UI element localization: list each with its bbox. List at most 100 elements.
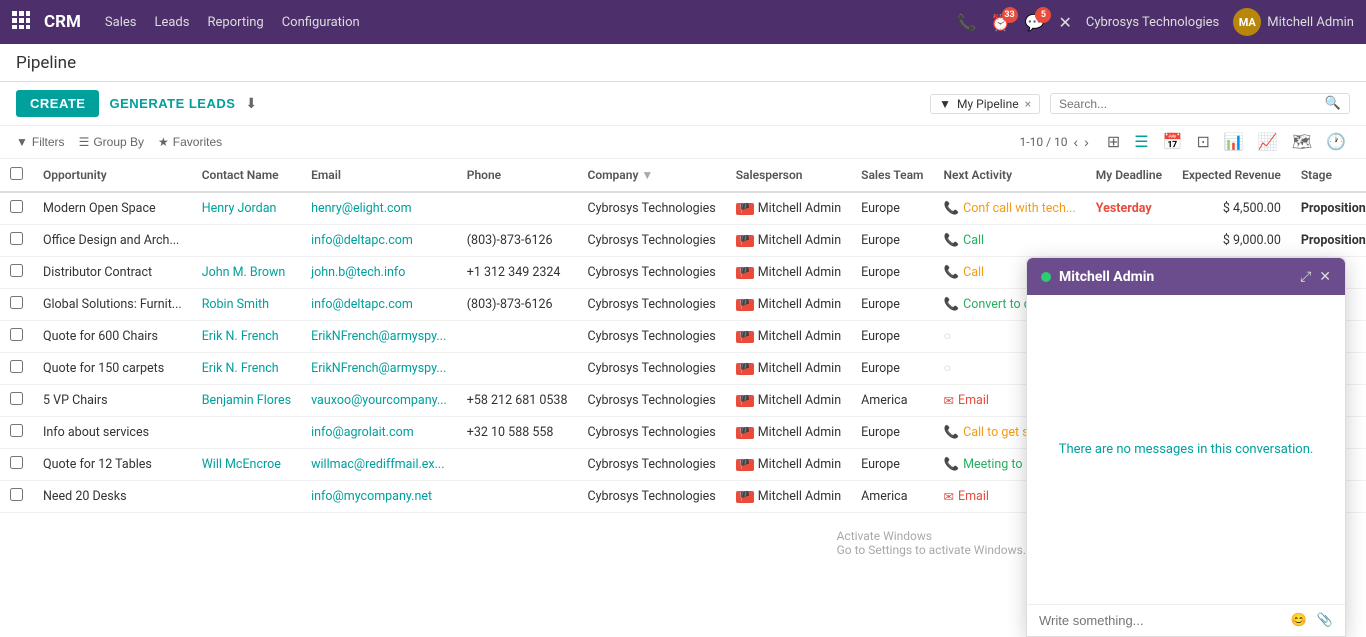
grid-view-button[interactable]: ⊡ — [1193, 130, 1214, 154]
contact-cell[interactable] — [192, 417, 301, 449]
menu-sales[interactable]: Sales — [105, 15, 137, 30]
row-checkbox[interactable] — [10, 200, 23, 213]
grid-icon[interactable] — [12, 11, 30, 33]
filter-close[interactable]: × — [1025, 97, 1031, 111]
opportunity-cell[interactable]: Modern Open Space — [33, 192, 192, 225]
attachment-icon[interactable]: 📎 — [1317, 613, 1333, 628]
calendar-view-button[interactable]: 📅 — [1159, 130, 1187, 154]
opportunity-cell[interactable]: 5 VP Chairs — [33, 385, 192, 417]
header-salesperson[interactable]: Salesperson — [726, 159, 851, 192]
chat-expand-button[interactable]: ⤢ — [1300, 268, 1311, 285]
activity-icon[interactable]: ⏰ 33 — [991, 13, 1011, 32]
contact-cell[interactable]: Henry Jordan — [192, 192, 301, 225]
opportunity-cell[interactable]: Quote for 600 Chairs — [33, 321, 192, 353]
app-brand[interactable]: CRM — [44, 12, 81, 32]
email-cell[interactable]: info@mycompany.net — [301, 481, 457, 513]
email-cell[interactable]: info@agrolait.com — [301, 417, 457, 449]
header-company[interactable]: Company ▼ — [577, 159, 725, 192]
email-cell[interactable]: henry@elight.com — [301, 192, 457, 225]
row-checkbox[interactable] — [10, 488, 23, 501]
generate-leads-button[interactable]: GENERATE LEADS — [109, 96, 235, 111]
contact-cell[interactable]: Erik N. French — [192, 353, 301, 385]
contact-cell[interactable] — [192, 225, 301, 257]
contact-cell[interactable]: Erik N. French — [192, 321, 301, 353]
header-my-deadline[interactable]: My Deadline — [1086, 159, 1172, 192]
row-checkbox[interactable] — [10, 392, 23, 405]
row-checkbox[interactable] — [10, 296, 23, 309]
opportunity-cell[interactable]: Info about services — [33, 417, 192, 449]
header-opportunity[interactable]: Opportunity — [33, 159, 192, 192]
search-input[interactable] — [1059, 97, 1325, 111]
header-contact-name[interactable]: Contact Name — [192, 159, 301, 192]
row-checkbox[interactable] — [10, 360, 23, 373]
email-cell[interactable]: ErikNFrench@armyspy... — [301, 353, 457, 385]
bar-view-button[interactable]: 📈 — [1254, 130, 1282, 154]
header-email[interactable]: Email — [301, 159, 457, 192]
create-button[interactable]: CREATE — [16, 90, 99, 117]
sales-team-cell: Europe — [851, 353, 933, 385]
sales-team-cell: America — [851, 481, 933, 513]
opportunity-cell[interactable]: Quote for 150 carpets — [33, 353, 192, 385]
row-checkbox[interactable] — [10, 232, 23, 245]
header-phone[interactable]: Phone — [457, 159, 578, 192]
top-nav-right: 📞 ⏰ 33 💬 5 ✕ Cybrosys Technologies MA Mi… — [957, 8, 1354, 36]
opportunity-cell[interactable]: Office Design and Arch... — [33, 225, 192, 257]
contact-cell[interactable]: Will McEncroe — [192, 449, 301, 481]
group-by-button[interactable]: ☰ Group By — [79, 135, 144, 149]
header-sales-team[interactable]: Sales Team — [851, 159, 933, 192]
opportunity-cell[interactable]: Quote for 12 Tables — [33, 449, 192, 481]
header-stage[interactable]: Stage — [1291, 159, 1366, 192]
page-header: Pipeline — [0, 44, 1366, 82]
messages-icon[interactable]: 💬 5 — [1025, 13, 1045, 32]
chat-body: There are no messages in this conversati… — [1027, 295, 1345, 604]
company-cell: Cybrosys Technologies — [577, 353, 725, 385]
favorites-button[interactable]: ★ Favorites — [158, 135, 222, 149]
email-cell[interactable]: ErikNFrench@armyspy... — [301, 321, 457, 353]
phone-icon[interactable]: 📞 — [957, 13, 977, 32]
row-checkbox[interactable] — [10, 264, 23, 277]
chart-view-button[interactable]: 📊 — [1220, 130, 1248, 154]
search-box[interactable]: 🔍 — [1050, 93, 1350, 114]
menu-leads[interactable]: Leads — [154, 15, 189, 30]
opportunity-cell[interactable]: Global Solutions: Furnit... — [33, 289, 192, 321]
emoji-icon[interactable]: 😊 — [1291, 613, 1307, 628]
user-menu[interactable]: MA Mitchell Admin — [1233, 8, 1354, 36]
filters-button[interactable]: ▼ Filters — [16, 135, 65, 149]
close-icon[interactable]: ✕ — [1058, 13, 1071, 32]
header-next-activity[interactable]: Next Activity — [933, 159, 1085, 192]
chat-input[interactable] — [1039, 613, 1283, 628]
list-view-button[interactable]: ☰ — [1130, 130, 1152, 154]
toolbar: CREATE GENERATE LEADS ⬇ ▼ My Pipeline × … — [0, 82, 1366, 126]
email-cell[interactable]: john.b@tech.info — [301, 257, 457, 289]
row-checkbox[interactable] — [10, 424, 23, 437]
row-checkbox[interactable] — [10, 456, 23, 469]
map-view-button[interactable]: 🗺 — [1288, 130, 1316, 154]
email-cell[interactable]: info@deltapc.com — [301, 289, 457, 321]
email-cell[interactable]: info@deltapc.com — [301, 225, 457, 257]
row-checkbox-cell — [0, 225, 33, 257]
opportunity-cell[interactable]: Distributor Contract — [33, 257, 192, 289]
select-all-checkbox[interactable] — [10, 167, 23, 180]
row-checkbox[interactable] — [10, 328, 23, 341]
contact-cell[interactable]: Robin Smith — [192, 289, 301, 321]
next-page-button[interactable]: › — [1084, 134, 1089, 150]
menu-reporting[interactable]: Reporting — [207, 15, 263, 30]
prev-page-button[interactable]: ‹ — [1074, 134, 1079, 150]
my-pipeline-filter[interactable]: ▼ My Pipeline × — [930, 94, 1040, 114]
filter-label: My Pipeline — [957, 97, 1019, 111]
opportunity-cell[interactable]: Need 20 Desks — [33, 481, 192, 513]
download-button[interactable]: ⬇ — [245, 95, 257, 112]
pagination-text: 1-10 / 10 — [1020, 135, 1068, 149]
kanban-view-button[interactable]: ⊞ — [1103, 130, 1124, 154]
email-cell[interactable]: vauxoo@yourcompany... — [301, 385, 457, 417]
email-cell[interactable]: willmac@rediffmail.ex... — [301, 449, 457, 481]
sales-team-cell: Europe — [851, 192, 933, 225]
chat-close-button[interactable]: ✕ — [1319, 268, 1331, 285]
contact-cell[interactable] — [192, 481, 301, 513]
contact-cell[interactable]: John M. Brown — [192, 257, 301, 289]
header-expected-revenue[interactable]: Expected Revenue — [1172, 159, 1291, 192]
contact-cell[interactable]: Benjamin Flores — [192, 385, 301, 417]
activity-badge: 33 — [1002, 7, 1018, 23]
clock-view-button[interactable]: 🕐 — [1322, 130, 1350, 154]
menu-configuration[interactable]: Configuration — [282, 15, 360, 30]
